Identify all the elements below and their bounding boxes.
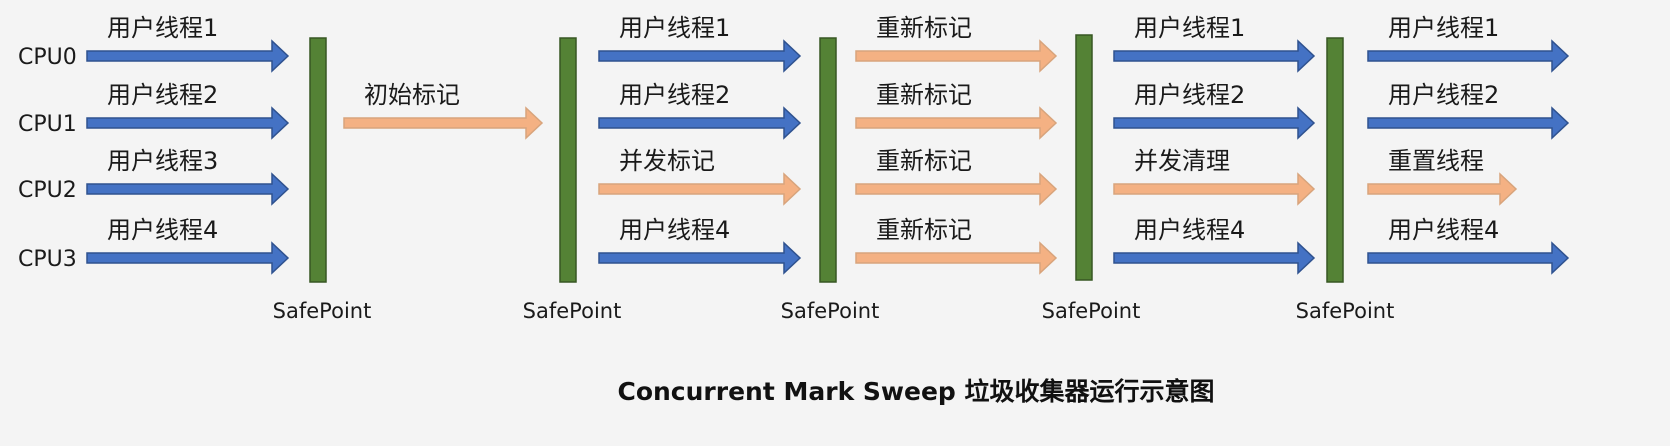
arrow-label-p2-l1: 用户线程2 (619, 81, 730, 109)
arrow-label-p1-l1: 初始标记 (364, 81, 460, 109)
arrow-user-thread-p2-l0 (598, 39, 802, 73)
cms-diagram: CPU0CPU1CPU2CPU3 SafePoint SafePoint SafeP… (18, 14, 1570, 406)
arrow-gc-thread-p4-l2 (1113, 172, 1316, 206)
arrow-user-thread-p5-l0 (1367, 39, 1570, 73)
arrow-user-thread-p0-l2 (86, 172, 290, 206)
arrow-label-p0-l0: 用户线程1 (107, 14, 218, 42)
arrow-user-thread-p2-l3 (598, 241, 802, 275)
safepoint-bar-2 (819, 37, 837, 283)
arrow-label-p5-l3: 用户线程4 (1388, 216, 1499, 244)
cpu-label-0: CPU0 (18, 45, 77, 70)
arrow-gc-thread-p3-l2 (855, 172, 1058, 206)
arrow-label-p2-l0: 用户线程1 (619, 14, 730, 42)
arrow-user-thread-p5-l1 (1367, 106, 1570, 140)
arrow-label-p4-l0: 用户线程1 (1134, 14, 1245, 42)
cpu-label-3: CPU3 (18, 247, 77, 272)
safepoint-bar-4 (1326, 37, 1344, 283)
arrow-label-p4-l3: 用户线程4 (1134, 216, 1245, 244)
arrow-user-thread-p4-l3 (1113, 241, 1316, 275)
arrow-label-p5-l1: 用户线程2 (1388, 81, 1499, 109)
safepoint-label-1: SafePoint (523, 299, 622, 323)
arrow-label-p3-l3: 重新标记 (876, 216, 972, 244)
arrow-label-p5-l2: 重置线程 (1388, 147, 1484, 175)
arrow-gc-thread-p3-l3 (855, 241, 1058, 275)
arrow-label-p0-l1: 用户线程2 (107, 81, 218, 109)
arrow-label-p2-l3: 用户线程4 (619, 216, 730, 244)
arrow-label-p4-l1: 用户线程2 (1134, 81, 1245, 109)
cpu-label-2: CPU2 (18, 178, 77, 203)
arrow-label-p0-l2: 用户线程3 (107, 147, 218, 175)
arrow-label-p3-l0: 重新标记 (876, 14, 972, 42)
arrow-user-thread-p0-l1 (86, 106, 290, 140)
arrow-user-thread-p5-l3 (1367, 241, 1570, 275)
cpu-label-1: CPU1 (18, 112, 77, 137)
arrow-gc-thread-p3-l0 (855, 39, 1058, 73)
arrow-user-thread-p4-l0 (1113, 39, 1316, 73)
arrow-user-thread-p0-l0 (86, 39, 290, 73)
arrow-label-p4-l2: 并发清理 (1134, 147, 1230, 175)
arrow-label-p0-l3: 用户线程4 (107, 216, 218, 244)
arrow-label-p3-l2: 重新标记 (876, 147, 972, 175)
safepoint-label-3: SafePoint (1042, 299, 1141, 323)
safepoint-label-2: SafePoint (781, 299, 880, 323)
arrow-user-thread-p0-l3 (86, 241, 290, 275)
diagram-title: Concurrent Mark Sweep 垃圾收集器运行示意图 (617, 377, 1214, 406)
safepoint-bar-0 (309, 37, 327, 283)
safepoint-label-4: SafePoint (1296, 299, 1395, 323)
arrow-gc-thread-p3-l1 (855, 106, 1058, 140)
safepoint-bars: SafePoint SafePoint SafePoint SafePoint Safe… (273, 34, 1395, 323)
cpu-labels: CPU0 CPU1 CPU2 CPU3 (18, 45, 77, 272)
arrow-user-thread-p2-l1 (598, 106, 802, 140)
arrow-label-p5-l0: 用户线程1 (1388, 14, 1499, 42)
arrow-label-p3-l1: 重新标记 (876, 81, 972, 109)
arrow-gc-thread-p5-l2 (1367, 172, 1518, 206)
arrow-gc-thread-p1-l1 (343, 106, 544, 140)
safepoint-bar-1 (559, 37, 577, 283)
safepoint-label-0: SafePoint (273, 299, 372, 323)
arrow-user-thread-p4-l1 (1113, 106, 1316, 140)
safepoint-bar-3 (1075, 34, 1093, 281)
arrow-gc-thread-p2-l2 (598, 172, 802, 206)
arrow-label-p2-l2: 并发标记 (619, 147, 715, 175)
